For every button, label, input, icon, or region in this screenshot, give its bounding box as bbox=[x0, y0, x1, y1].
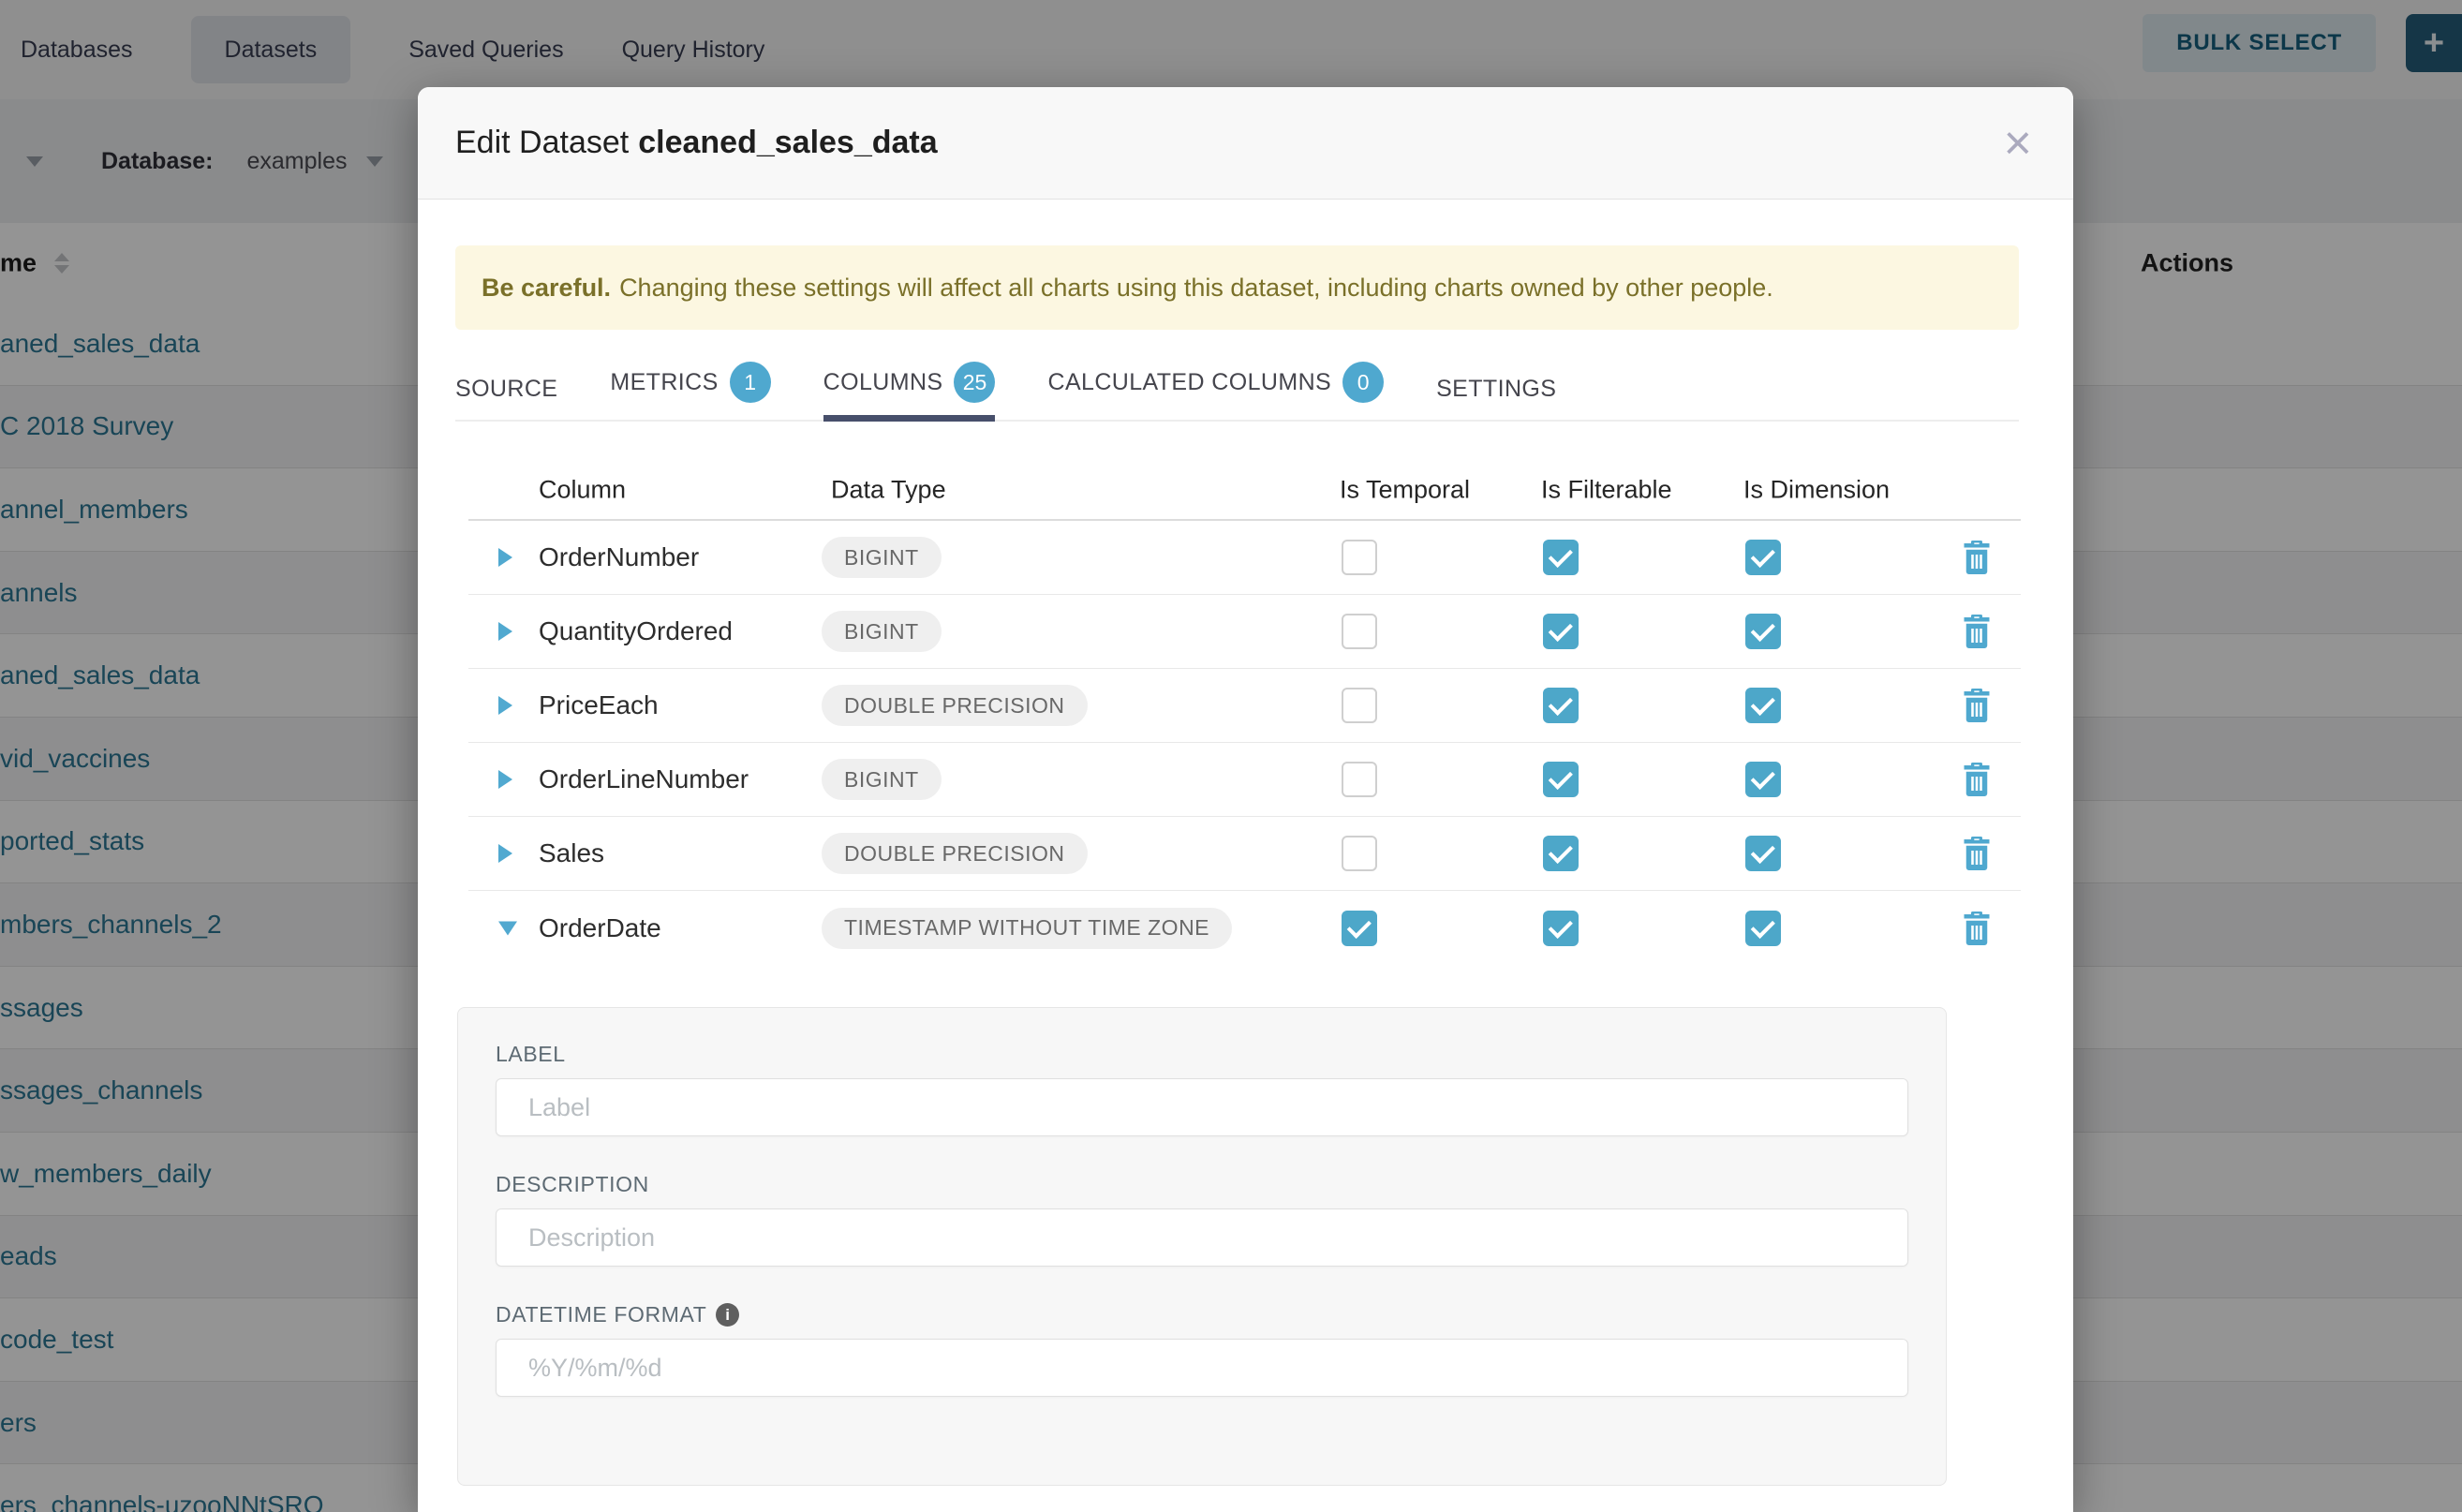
description-field-group: DESCRIPTION bbox=[496, 1172, 1908, 1267]
columns-table-header: Column Data Type Is Temporal Is Filterab… bbox=[468, 467, 2021, 521]
is-dimension-checkbox[interactable] bbox=[1745, 762, 1781, 797]
is-dimension-checkbox[interactable] bbox=[1745, 540, 1781, 575]
tab-count-badge: 0 bbox=[1342, 362, 1384, 403]
column-name: OrderLineNumber bbox=[539, 764, 749, 794]
modal-tabs: SOURCE METRICS 1 COLUMNS 25 CALCULATED C… bbox=[455, 363, 2019, 422]
description-field-label-text: DESCRIPTION bbox=[496, 1172, 649, 1197]
tab-label: SOURCE bbox=[455, 376, 557, 403]
column-datatype-badge: BIGINT bbox=[822, 611, 942, 652]
edit-dataset-modal: Edit Dataset cleaned_sales_data × Be care… bbox=[418, 87, 2073, 1512]
delete-column-icon[interactable] bbox=[1960, 613, 1994, 650]
datetime-format-field-label: DATETIME FORMAT bbox=[496, 1302, 1908, 1327]
header-is-temporal: Is Temporal bbox=[1340, 475, 1470, 504]
close-icon[interactable]: × bbox=[2004, 119, 2032, 168]
expand-caret-icon[interactable] bbox=[498, 770, 512, 789]
column-datatype-badge: TIMESTAMP WITHOUT TIME ZONE bbox=[822, 908, 1232, 949]
info-icon[interactable] bbox=[716, 1303, 739, 1327]
header-is-dimension: Is Dimension bbox=[1743, 475, 1890, 504]
column-row: OrderLineNumber BIGINT bbox=[468, 743, 2021, 817]
is-filterable-checkbox[interactable] bbox=[1543, 614, 1579, 649]
warning-text: Changing these settings will affect all … bbox=[619, 274, 1773, 303]
is-filterable-checkbox[interactable] bbox=[1543, 836, 1579, 871]
is-temporal-checkbox[interactable] bbox=[1342, 688, 1377, 723]
modal-header: Edit Dataset cleaned_sales_data × bbox=[418, 87, 2073, 200]
column-detail-panel: LABEL DESCRIPTION DATETIME FORMAT bbox=[457, 1007, 1947, 1486]
tab-settings[interactable]: SETTINGS bbox=[1436, 376, 1556, 420]
warning-bold: Be careful. bbox=[482, 274, 611, 303]
tab-count-badge: 25 bbox=[954, 362, 995, 403]
column-name: PriceEach bbox=[539, 690, 659, 720]
datetime-format-field-group: DATETIME FORMAT bbox=[496, 1302, 1908, 1397]
label-input[interactable] bbox=[496, 1078, 1908, 1136]
delete-column-icon[interactable] bbox=[1960, 910, 1994, 947]
modal-title-prefix: Edit Dataset bbox=[455, 125, 629, 160]
is-temporal-checkbox[interactable] bbox=[1342, 762, 1377, 797]
expand-caret-icon[interactable] bbox=[498, 921, 517, 935]
is-filterable-checkbox[interactable] bbox=[1543, 911, 1579, 946]
column-row: OrderDate TIMESTAMP WITHOUT TIME ZONE bbox=[468, 891, 2021, 965]
tab-metrics[interactable]: METRICS 1 bbox=[610, 362, 770, 420]
header-data-type: Data Type bbox=[831, 475, 946, 504]
description-field-label: DESCRIPTION bbox=[496, 1172, 1908, 1197]
is-dimension-checkbox[interactable] bbox=[1745, 614, 1781, 649]
tab-count-badge: 1 bbox=[730, 362, 771, 403]
is-temporal-checkbox[interactable] bbox=[1342, 911, 1377, 946]
is-dimension-checkbox[interactable] bbox=[1745, 688, 1781, 723]
label-field-label-text: LABEL bbox=[496, 1042, 566, 1067]
column-name: OrderDate bbox=[539, 913, 661, 943]
is-dimension-checkbox[interactable] bbox=[1745, 911, 1781, 946]
column-datatype-badge: DOUBLE PRECISION bbox=[822, 685, 1088, 726]
label-field-group: LABEL bbox=[496, 1042, 1908, 1136]
tab-label: CALCULATED COLUMNS bbox=[1047, 369, 1331, 396]
is-filterable-checkbox[interactable] bbox=[1543, 540, 1579, 575]
is-dimension-checkbox[interactable] bbox=[1745, 836, 1781, 871]
is-temporal-checkbox[interactable] bbox=[1342, 836, 1377, 871]
column-row: Sales DOUBLE PRECISION bbox=[468, 817, 2021, 891]
datetime-format-label-text: DATETIME FORMAT bbox=[496, 1302, 706, 1327]
expand-caret-icon[interactable] bbox=[498, 844, 512, 863]
column-name: Sales bbox=[539, 838, 604, 868]
tab-source[interactable]: SOURCE bbox=[455, 376, 557, 420]
datetime-format-input[interactable] bbox=[496, 1339, 1908, 1397]
delete-column-icon[interactable] bbox=[1960, 761, 1994, 798]
header-column: Column bbox=[539, 475, 626, 504]
tab-label: METRICS bbox=[610, 369, 718, 396]
columns-table-body: OrderNumber BIGINT QuantityOrdered BIGIN… bbox=[468, 521, 2021, 965]
delete-column-icon[interactable] bbox=[1960, 539, 1994, 576]
tab-label: SETTINGS bbox=[1436, 376, 1556, 403]
is-temporal-checkbox[interactable] bbox=[1342, 540, 1377, 575]
column-datatype-badge: BIGINT bbox=[822, 759, 942, 800]
description-input[interactable] bbox=[496, 1208, 1908, 1267]
warning-banner: Be careful. Changing these settings will… bbox=[455, 245, 2019, 330]
tab-label: COLUMNS bbox=[823, 369, 943, 396]
column-row: OrderNumber BIGINT bbox=[468, 521, 2021, 595]
screen: DatabasesDatasetsSaved QueriesQuery Hist… bbox=[0, 0, 2462, 1512]
column-row: QuantityOrdered BIGINT bbox=[468, 595, 2021, 669]
header-is-filterable: Is Filterable bbox=[1541, 475, 1672, 504]
modal-title-dataset-name: cleaned_sales_data bbox=[638, 125, 937, 160]
expand-caret-icon[interactable] bbox=[498, 696, 512, 715]
columns-table: Column Data Type Is Temporal Is Filterab… bbox=[468, 467, 2021, 965]
column-name: OrderNumber bbox=[539, 542, 699, 572]
is-filterable-checkbox[interactable] bbox=[1543, 762, 1579, 797]
label-field-label: LABEL bbox=[496, 1042, 1908, 1067]
is-filterable-checkbox[interactable] bbox=[1543, 688, 1579, 723]
column-row: PriceEach DOUBLE PRECISION bbox=[468, 669, 2021, 743]
expand-caret-icon[interactable] bbox=[498, 548, 512, 567]
delete-column-icon[interactable] bbox=[1960, 687, 1994, 724]
expand-caret-icon[interactable] bbox=[498, 622, 512, 641]
column-datatype-badge: BIGINT bbox=[822, 537, 942, 578]
modal-title: Edit Dataset cleaned_sales_data bbox=[455, 125, 938, 161]
tab-calculated-columns[interactable]: CALCULATED COLUMNS 0 bbox=[1047, 362, 1384, 420]
delete-column-icon[interactable] bbox=[1960, 835, 1994, 872]
tab-columns[interactable]: COLUMNS 25 bbox=[823, 362, 996, 420]
is-temporal-checkbox[interactable] bbox=[1342, 614, 1377, 649]
column-name: QuantityOrdered bbox=[539, 616, 733, 646]
column-datatype-badge: DOUBLE PRECISION bbox=[822, 833, 1088, 874]
